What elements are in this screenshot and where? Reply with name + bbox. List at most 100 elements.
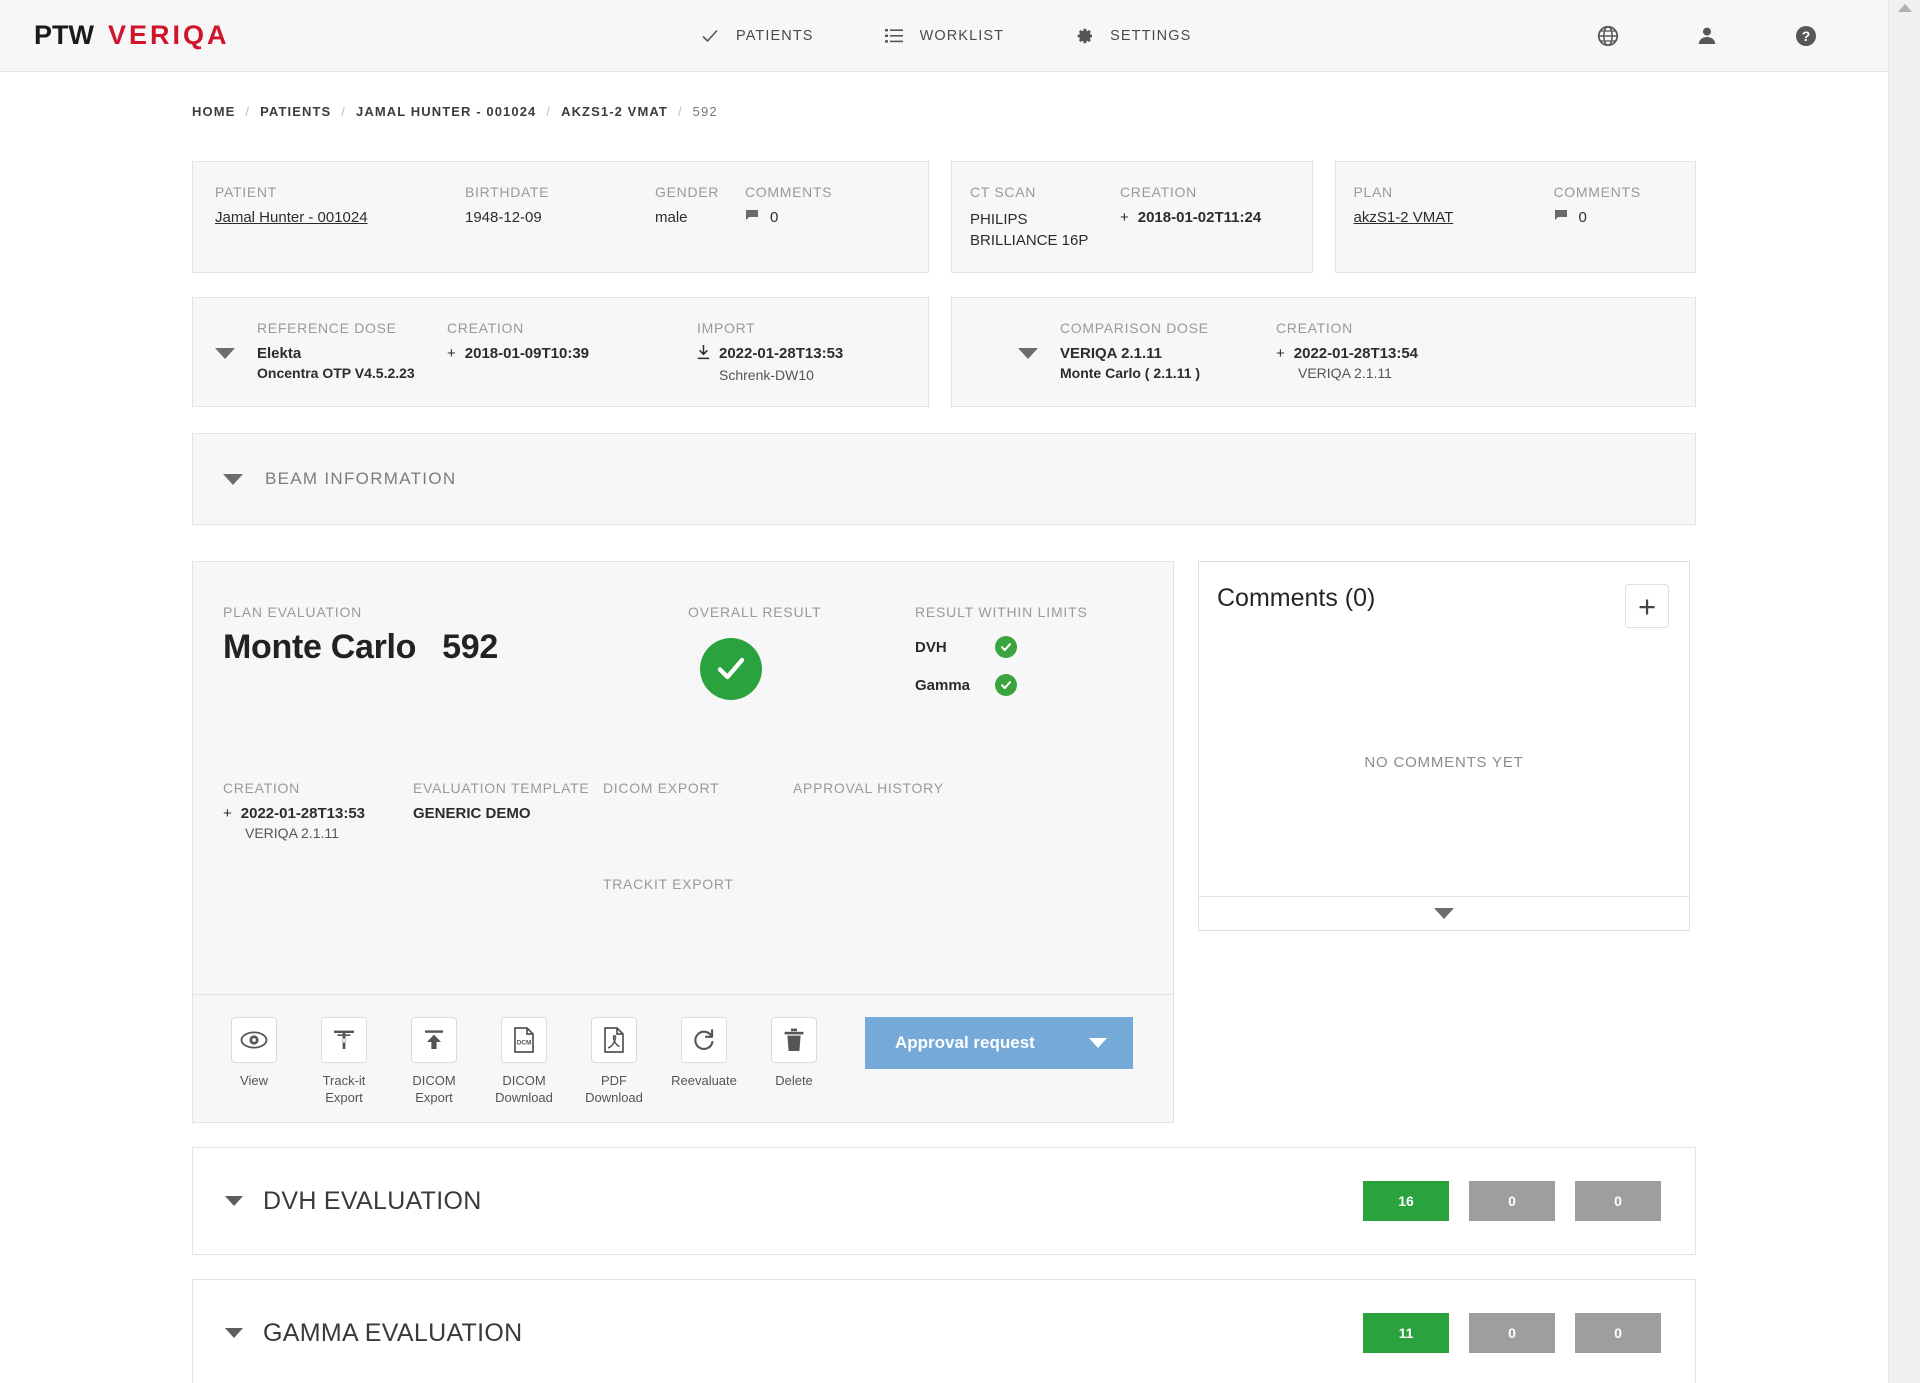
created-plus-icon: +: [1119, 209, 1129, 226]
breadcrumb-separator: /: [677, 104, 683, 119]
within-limits-pass-icon-dvh: [995, 636, 1017, 658]
gamma-evaluation-section[interactable]: GAMMA EVALUATION 11 0 0: [192, 1279, 1696, 1383]
breadcrumb-item-current: 592: [692, 104, 718, 119]
user-icon[interactable]: [1695, 24, 1719, 48]
comments-header: Comments (0) +: [1199, 562, 1689, 628]
dcm-file-icon: DCM: [501, 1017, 547, 1063]
plan-card: PLAN akzS1-2 VMAT COMMENTS 0: [1334, 161, 1697, 273]
plan-comments-label: COMMENTS: [1553, 184, 1641, 200]
created-plus-icon: +: [223, 805, 232, 822]
nav-item-settings[interactable]: SETTINGS: [1074, 26, 1191, 46]
check-icon: [700, 26, 720, 46]
approval-history-block: APPROVAL HISTORY: [793, 780, 1013, 920]
plan-evaluation-title: Monte Carlo: [223, 628, 417, 666]
plan-name-link[interactable]: akzS1-2 VMAT: [1354, 209, 1554, 226]
plan-evaluation-toolbar: View Track-it Export DICOM Export DCM DI…: [193, 994, 1173, 1122]
evaluation-creation-value: 2022-01-28T13:53: [240, 805, 366, 822]
beam-information-title: BEAM INFORMATION: [265, 469, 457, 488]
comments-empty-state: NO COMMENTS YET: [1364, 753, 1524, 771]
gamma-evaluation-expand-caret-icon[interactable]: [225, 1328, 243, 1338]
evaluation-creation-block: CREATION + 2022-01-28T13:53 VERIQA 2.1.1…: [223, 780, 413, 920]
comment-flag-icon: [1554, 209, 1569, 226]
gamma-evaluation-title: GAMMA EVALUATION: [263, 1318, 523, 1347]
delete-button-label: Delete: [775, 1073, 813, 1088]
pdf-file-icon: [591, 1017, 637, 1063]
created-plus-icon: +: [447, 345, 456, 362]
overall-result-block: OVERALL RESULT: [688, 604, 821, 700]
evaluation-template-block: EVALUATION TEMPLATE GENERIC DEMO: [413, 780, 603, 920]
gamma-badge-warn[interactable]: 0: [1469, 1313, 1555, 1353]
info-cards-row: PATIENT Jamal Hunter - 001024 BIRTHDATE …: [192, 161, 1697, 273]
gamma-badge-pass[interactable]: 11: [1363, 1313, 1449, 1353]
approval-history-label: APPROVAL HISTORY: [793, 780, 944, 796]
dose-cards-row: REFERENCE DOSE Elekta Oncentra OTP V4.5.…: [192, 297, 1696, 407]
trackit-export-button[interactable]: Track-it Export: [305, 1017, 383, 1106]
gamma-evaluation-badges: 11 0 0: [1363, 1313, 1661, 1353]
gender-value: male: [655, 209, 688, 226]
trackit-icon: [321, 1017, 367, 1063]
dvh-evaluation-section[interactable]: DVH EVALUATION 16 0 0: [192, 1147, 1696, 1255]
pdf-download-button-label: PDF Download: [585, 1073, 643, 1105]
breadcrumb-item-plan[interactable]: AKZS1-2 VMAT: [561, 104, 668, 119]
add-comment-button[interactable]: +: [1625, 584, 1669, 628]
beam-information-expand-caret-icon[interactable]: [223, 473, 243, 485]
plan-evaluation-number: 592: [442, 628, 498, 666]
breadcrumb-item-home[interactable]: HOME: [192, 104, 235, 119]
scroll-up-arrow-icon[interactable]: [1898, 4, 1912, 12]
eye-icon: [231, 1017, 277, 1063]
evaluation-row: PLAN EVALUATION Monte Carlo 592 OVERALL R…: [192, 561, 1696, 1123]
dvh-badge-fail[interactable]: 0: [1575, 1181, 1661, 1221]
ct-scan-card: CT SCAN PHILIPS BRILLIANCE 16P CREATION …: [950, 161, 1313, 273]
dicom-download-button[interactable]: DCM DICOM Download: [485, 1017, 563, 1106]
comparison-dose-label: COMPARISON DOSE: [1060, 320, 1209, 336]
gamma-badge-fail[interactable]: 0: [1575, 1313, 1661, 1353]
dicom-export-block: DICOM EXPORT TRACKIT EXPORT: [603, 780, 793, 920]
plan-evaluation-card: PLAN EVALUATION Monte Carlo 592 OVERALL R…: [192, 561, 1174, 1123]
dicom-export-button-label: DICOM Export: [412, 1073, 456, 1105]
reevaluate-button[interactable]: Reevaluate: [665, 1017, 743, 1089]
dvh-evaluation-expand-caret-icon[interactable]: [225, 1196, 243, 1206]
view-button-label: View: [240, 1073, 268, 1088]
dvh-evaluation-title: DVH EVALUATION: [263, 1186, 482, 1215]
help-icon[interactable]: ?: [1794, 24, 1818, 48]
list-icon: [884, 26, 904, 46]
dvh-evaluation-badges: 16 0 0: [1363, 1181, 1661, 1221]
reference-dose-expand-caret-icon[interactable]: [215, 348, 235, 359]
within-limits-name-gamma: Gamma: [915, 676, 971, 694]
within-limits-pass-icon-gamma: [995, 674, 1017, 696]
patient-label: PATIENT: [215, 184, 277, 200]
page-scrollbar[interactable]: [1888, 0, 1920, 1383]
comparison-creation-value: 2022-01-28T13:54: [1293, 345, 1419, 362]
evaluation-creation-subvalue: VERIQA 2.1.11: [245, 825, 339, 841]
breadcrumb-item-patient[interactable]: JAMAL HUNTER - 001024: [356, 104, 536, 119]
nav-item-worklist[interactable]: WORKLIST: [884, 26, 1005, 46]
evaluation-template-label: EVALUATION TEMPLATE: [413, 780, 590, 796]
plan-label: PLAN: [1353, 184, 1393, 200]
dvh-badge-warn[interactable]: 0: [1469, 1181, 1555, 1221]
chevron-down-icon: [1434, 908, 1454, 919]
patient-name-link[interactable]: Jamal Hunter - 001024: [215, 209, 465, 226]
app-logo[interactable]: PTW VERIQA: [34, 20, 230, 51]
svg-text:DCM: DCM: [517, 1040, 532, 1047]
dicom-export-button[interactable]: DICOM Export: [395, 1017, 473, 1106]
ct-creation-value: 2018-01-02T11:24: [1137, 209, 1262, 226]
beam-information-section[interactable]: BEAM INFORMATION: [192, 433, 1696, 525]
globe-icon[interactable]: [1596, 24, 1620, 48]
comparison-creation-label: CREATION: [1276, 320, 1353, 336]
approval-request-button[interactable]: Approval request: [865, 1017, 1133, 1069]
breadcrumb-item-patients[interactable]: PATIENTS: [260, 104, 331, 119]
comments-expand-button[interactable]: [1199, 896, 1689, 930]
view-button[interactable]: View: [215, 1017, 293, 1089]
nav-label-settings: SETTINGS: [1110, 27, 1192, 44]
reference-dose-value: Elekta: [257, 345, 302, 362]
pdf-download-button[interactable]: PDF Download: [575, 1017, 653, 1106]
approval-request-button-label: Approval request: [895, 1033, 1035, 1052]
dvh-badge-pass[interactable]: 16: [1363, 1181, 1449, 1221]
delete-button[interactable]: Delete: [755, 1017, 833, 1089]
within-limits-row-gamma: Gamma: [915, 674, 1088, 696]
plan-comments-count: 0: [1578, 209, 1587, 226]
comparison-dose-expand-caret-icon[interactable]: [1018, 348, 1038, 359]
nav-item-patients[interactable]: PATIENTS: [700, 26, 814, 46]
trackit-export-button-label: Track-it Export: [322, 1073, 366, 1105]
import-download-icon: [697, 345, 710, 364]
